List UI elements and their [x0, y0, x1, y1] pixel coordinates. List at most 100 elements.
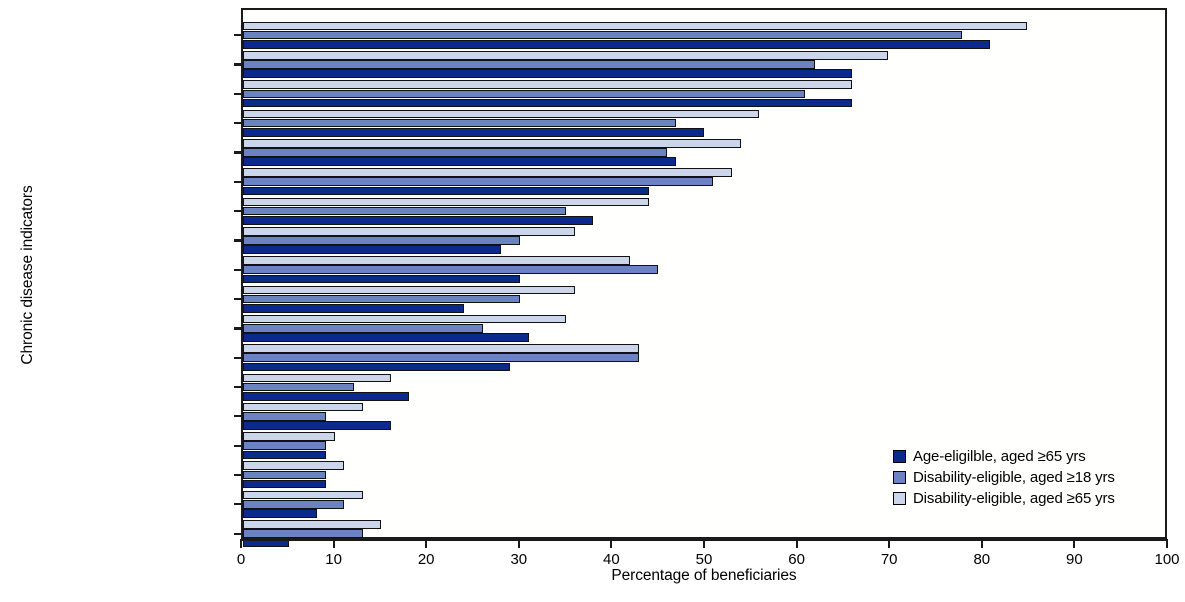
x-axis-tick — [795, 539, 798, 548]
category-row: Rheumatoid, osteoarthritis — [234, 138, 1165, 167]
category-row: Alzheimer/Dementia — [234, 314, 1165, 343]
x-axis-tick-label: 100 — [1154, 551, 1180, 568]
legend-label: Disability-eligible, aged ≥18 yrs — [913, 469, 1115, 486]
legend-swatch — [893, 471, 906, 484]
y-axis-tick — [234, 122, 243, 125]
y-axis-tick — [234, 298, 243, 301]
bar — [243, 391, 409, 401]
y-axis-tick — [234, 503, 243, 506]
x-axis-tick — [239, 539, 243, 548]
x-axis-tick — [702, 539, 706, 548]
y-axis-tick — [234, 63, 243, 66]
bar — [243, 236, 520, 245]
bar — [243, 344, 640, 353]
bar — [243, 109, 760, 119]
bar — [243, 362, 511, 372]
y-axis-tick — [234, 268, 243, 271]
x-axis-tick-label: 30 — [510, 551, 528, 568]
bar — [243, 69, 852, 78]
bar — [243, 216, 594, 225]
bar — [243, 157, 677, 166]
bar — [243, 461, 345, 471]
legend-swatch — [893, 450, 906, 463]
bar — [243, 274, 520, 284]
y-axis-tick — [234, 239, 243, 242]
bar — [243, 60, 815, 69]
x-axis-tick — [610, 539, 613, 548]
bar — [243, 509, 317, 518]
bar — [243, 432, 336, 441]
legend-label: Age-eligilble, aged ≥65 yrs — [913, 448, 1086, 465]
bar — [243, 333, 529, 342]
y-axis-title: Chronic disease indicators — [19, 185, 36, 365]
x-axis-tick-label: 60 — [788, 551, 805, 568]
bar — [243, 177, 714, 187]
bar — [243, 197, 649, 207]
x-axis-tick-label: 90 — [1066, 551, 1083, 568]
y-axis-tick — [234, 415, 243, 418]
bar — [243, 490, 363, 500]
bar — [243, 373, 391, 383]
bar — [243, 80, 852, 89]
bar — [243, 168, 732, 177]
bar — [243, 245, 502, 254]
bar — [243, 89, 806, 99]
x-axis-tick-label: 70 — [880, 551, 898, 568]
category-row: Obesity — [234, 255, 1165, 284]
bar — [243, 353, 640, 362]
x-axis-tick — [1165, 539, 1169, 548]
bar — [243, 412, 326, 421]
bar — [243, 470, 326, 480]
y-axis-tick — [234, 327, 243, 330]
bar — [243, 479, 326, 489]
x-axis-tick-label: 40 — [603, 551, 620, 568]
bar — [243, 118, 677, 128]
category-row: Chronic kidney disease — [234, 79, 1165, 108]
category-row: Cancer — [234, 402, 1165, 431]
bar — [243, 148, 668, 157]
category-row: Hyperlipidemia — [234, 50, 1165, 79]
bar — [243, 294, 520, 304]
bar — [243, 529, 363, 538]
category-row: Anemia — [234, 167, 1165, 196]
bar — [243, 21, 1027, 31]
x-axis-title: Percentage of beneficiaries — [611, 567, 797, 584]
bar — [243, 500, 345, 509]
bar — [243, 441, 326, 450]
y-axis-tick — [234, 92, 243, 95]
x-axis-tick-label: 20 — [417, 551, 435, 568]
x-axis-tick — [332, 539, 335, 548]
legend-label: Disability-eligible, aged ≥65 yrs — [913, 490, 1115, 507]
legend-item: Disability-eligible, aged ≥65 yrs — [893, 488, 1115, 509]
bar — [243, 324, 483, 333]
bar — [243, 285, 575, 295]
bar — [243, 138, 741, 148]
chart-legend: Age-eligilble, aged ≥65 yrs Disability-el… — [893, 446, 1115, 509]
x-axis-tick — [1073, 539, 1076, 548]
y-axis-tick — [234, 444, 243, 447]
bar — [243, 98, 852, 108]
bar — [243, 226, 575, 236]
x-axis-tick — [517, 539, 520, 548]
x-axis-tick-label: 0 — [236, 551, 246, 568]
x-axis-tick — [980, 539, 983, 548]
x-axis-tick-label: 80 — [973, 551, 991, 568]
y-axis-tick — [234, 151, 243, 154]
bar — [243, 128, 704, 137]
bar — [243, 40, 990, 49]
category-row: Peripheral vascular disease — [234, 226, 1165, 255]
bar — [243, 314, 566, 324]
chart-figure: Chronic disease indicators HypertensionH… — [0, 0, 1185, 602]
bar — [243, 30, 963, 40]
x-axis-tick — [425, 539, 428, 548]
bar — [243, 265, 658, 275]
legend-item: Age-eligilble, aged ≥65 yrs — [893, 446, 1115, 467]
y-axis-tick — [234, 356, 243, 359]
y-axis-tick — [234, 473, 243, 477]
y-axis-tick — [234, 34, 243, 37]
bar — [243, 382, 354, 392]
legend-item: Disability-eligible, aged ≥18 yrs — [893, 467, 1115, 488]
y-axis-tick — [234, 385, 243, 389]
category-row: Atrial fibrillation — [234, 372, 1165, 401]
category-row: Depression — [234, 343, 1165, 372]
